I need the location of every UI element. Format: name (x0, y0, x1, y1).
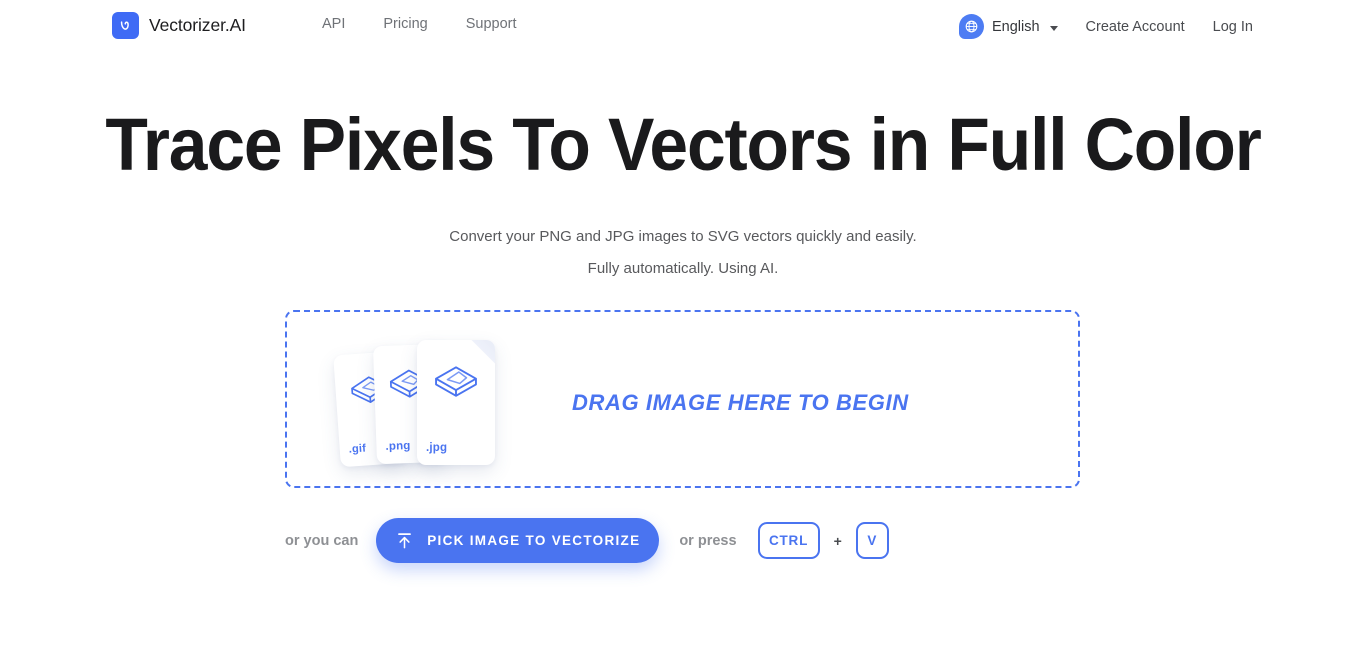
nav-link-support[interactable]: Support (466, 16, 517, 32)
key-plus-separator: + (833, 532, 842, 549)
log-in-link[interactable]: Log In (1213, 19, 1253, 35)
page-fold-icon (471, 340, 495, 364)
language-selector[interactable]: English (958, 14, 1058, 39)
page-title: Trace Pixels To Vectors in Full Color (105, 103, 1261, 186)
file-extension-label: .jpg (426, 442, 448, 454)
key-ctrl[interactable]: CTRL (757, 522, 820, 559)
subtitle-line-2: Fully automatically. Using AI. (587, 260, 779, 277)
action-row: or you can PICK IMAGE TO VECTORIZE or pr… (285, 518, 889, 563)
subtitle-line-1: Convert your PNG and JPG images to SVG v… (449, 228, 917, 245)
primary-nav: API Pricing Support (322, 16, 517, 32)
pick-image-button-label: PICK IMAGE TO VECTORIZE (427, 533, 641, 548)
header-right-nav: English Create Account Log In (958, 14, 1253, 39)
file-extension-label: .png (385, 440, 411, 453)
file-stack-illustration: .gif .png .jpg (333, 340, 537, 468)
upload-icon (395, 531, 414, 550)
or-press-label: or press (679, 532, 737, 549)
brand-logo[interactable]: Vectorizer.AI (112, 12, 246, 39)
globe-icon (958, 14, 984, 39)
key-v[interactable]: V (855, 522, 889, 559)
file-extension-label: .gif (348, 442, 367, 456)
vectorizer-logo-icon (112, 12, 139, 39)
caret-down-icon (1049, 25, 1058, 31)
image-file-icon (433, 364, 479, 407)
pick-image-button[interactable]: PICK IMAGE TO VECTORIZE (376, 518, 660, 563)
site-header: Vectorizer.AI API Pricing Support Englis… (0, 0, 1366, 52)
nav-link-api[interactable]: API (322, 16, 345, 32)
language-label: English (991, 18, 1040, 35)
create-account-link[interactable]: Create Account (1086, 19, 1185, 35)
page-subtitle: Convert your PNG and JPG images to SVG v… (0, 221, 1366, 285)
file-card-jpg: .jpg (417, 340, 495, 465)
brand-name: Vectorizer.AI (149, 15, 246, 35)
or-you-can-label: or you can (285, 532, 359, 549)
nav-link-pricing[interactable]: Pricing (383, 16, 427, 32)
image-dropzone[interactable]: .gif .png .jpg DRAG IMAGE HERE TO BEGIN (285, 310, 1080, 488)
drag-here-label: DRAG IMAGE HERE TO BEGIN (572, 390, 909, 415)
